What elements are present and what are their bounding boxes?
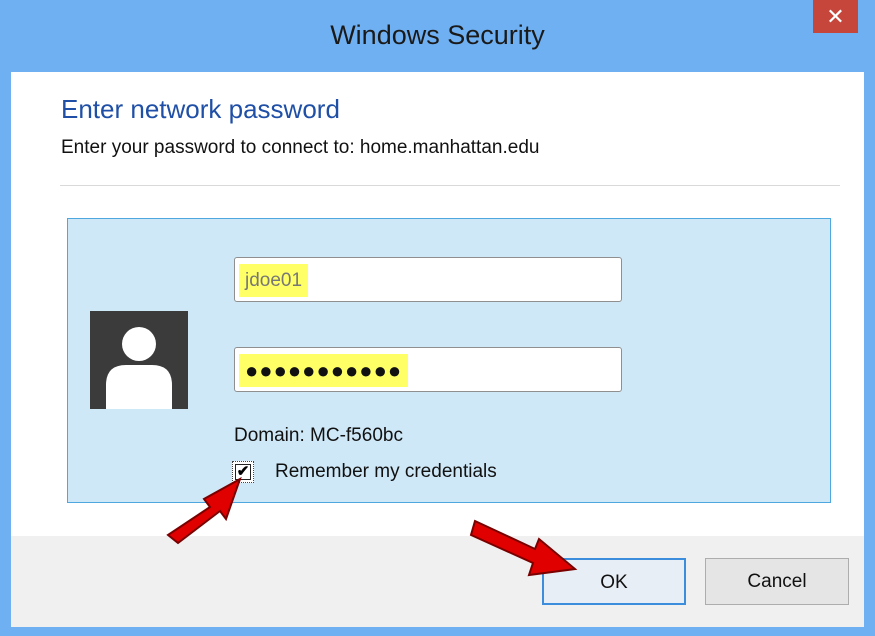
red-arrow-icon [166,476,242,545]
title-bar[interactable]: Windows Security ✕ [0,0,875,72]
window-title: Windows Security [330,20,545,50]
close-icon: ✕ [826,4,845,29]
windows-security-dialog: Windows Security ✕ Enter network passwor… [0,0,875,636]
password-field[interactable]: ●●●●●●●●●●● [234,347,622,392]
cancel-button[interactable]: Cancel [705,558,849,605]
username-field[interactable]: jdoe01 [234,257,622,302]
remember-credentials-label[interactable]: Remember my credentials [275,461,497,483]
close-button[interactable]: ✕ [813,0,858,33]
red-arrow-icon [469,519,578,577]
username-value: jdoe01 [239,264,309,297]
password-value: ●●●●●●●●●●● [239,354,409,387]
dialog-body: Enter network password Enter your passwo… [11,72,864,627]
user-avatar-icon [90,311,188,409]
dialog-subheading: Enter your password to connect to: home.… [61,137,540,158]
dialog-heading: Enter network password [61,94,340,124]
divider [60,185,840,186]
button-bar: OK Cancel [11,536,864,627]
domain-label: Domain: MC-f560bc [234,425,403,446]
